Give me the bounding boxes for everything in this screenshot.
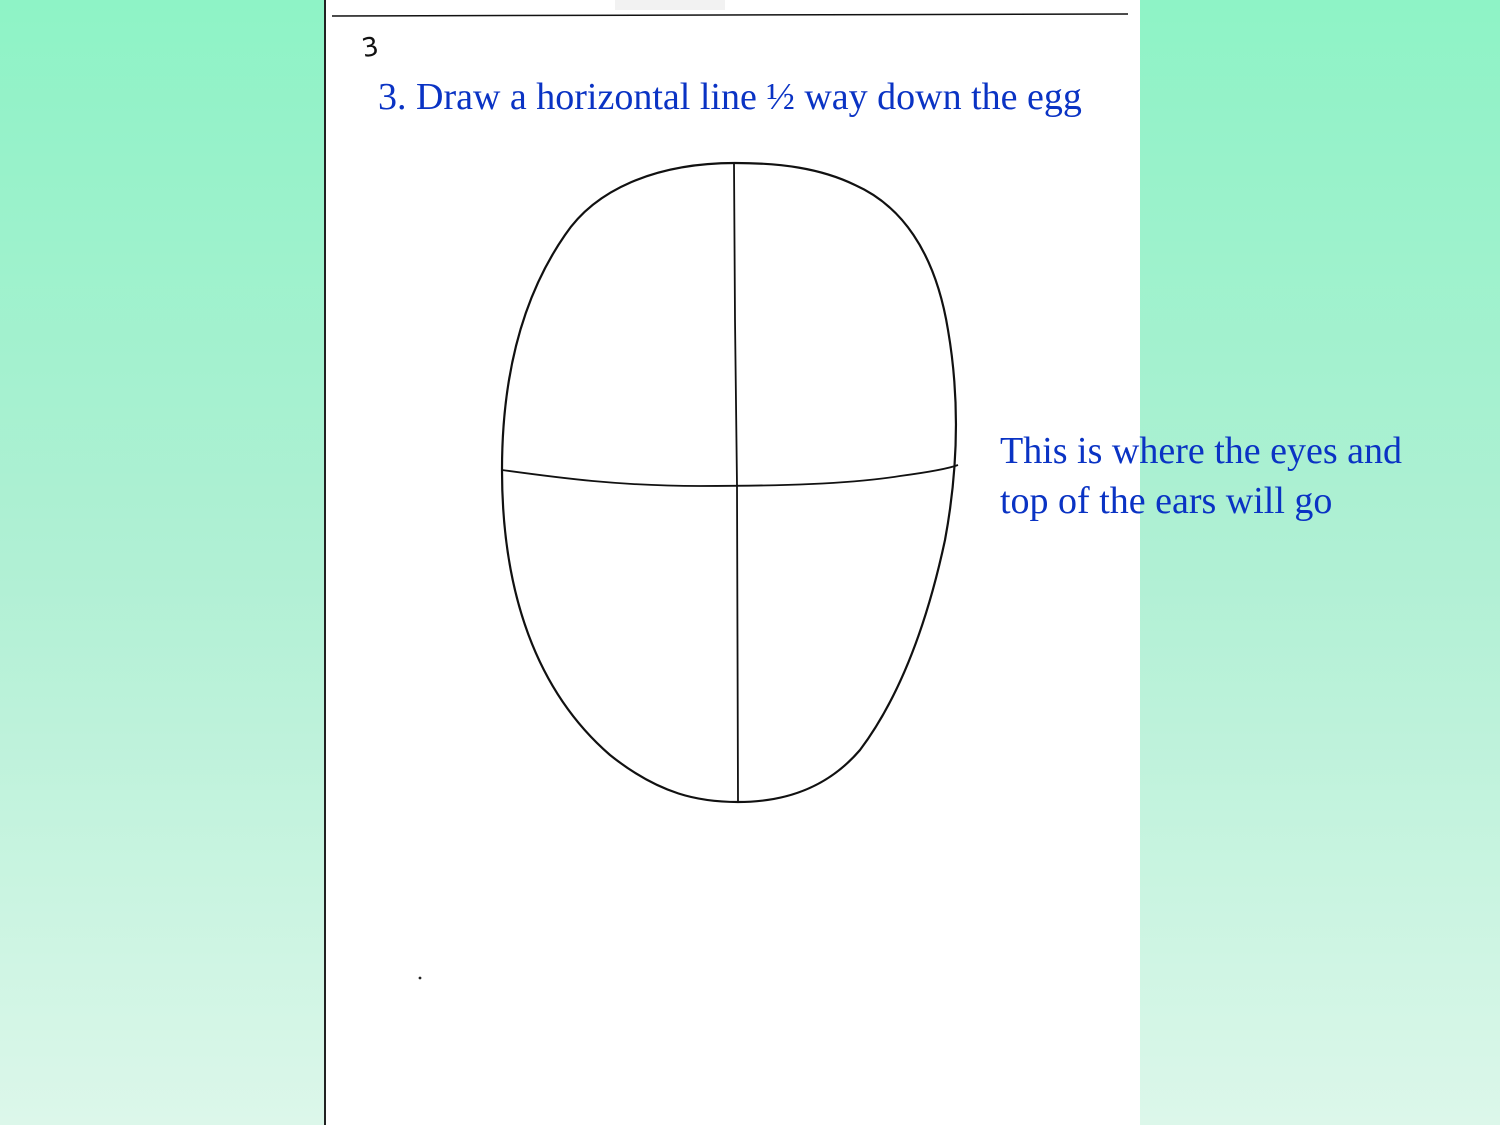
page-number-mark: 3 [360, 32, 382, 64]
egg-outline [500, 161, 958, 804]
horizontal-half-line [501, 464, 959, 487]
egg-drawing: 3 [331, 0, 1129, 980]
scan-smudge [615, 0, 725, 10]
vertical-center-line [733, 162, 739, 803]
stray-dot [418, 976, 422, 980]
slide: 3 3. Draw a horizontal line ½ way down t… [0, 0, 1500, 1125]
annotation-text: This is where the eyes and top of the ea… [1000, 426, 1480, 526]
page-top-rule [331, 13, 1129, 17]
annotation-line-2: top of the ears will go [1000, 480, 1333, 522]
slide-title: 3. Draw a horizontal line ½ way down the… [378, 76, 1082, 118]
annotation-line-1: This is where the eyes and [1000, 430, 1403, 472]
